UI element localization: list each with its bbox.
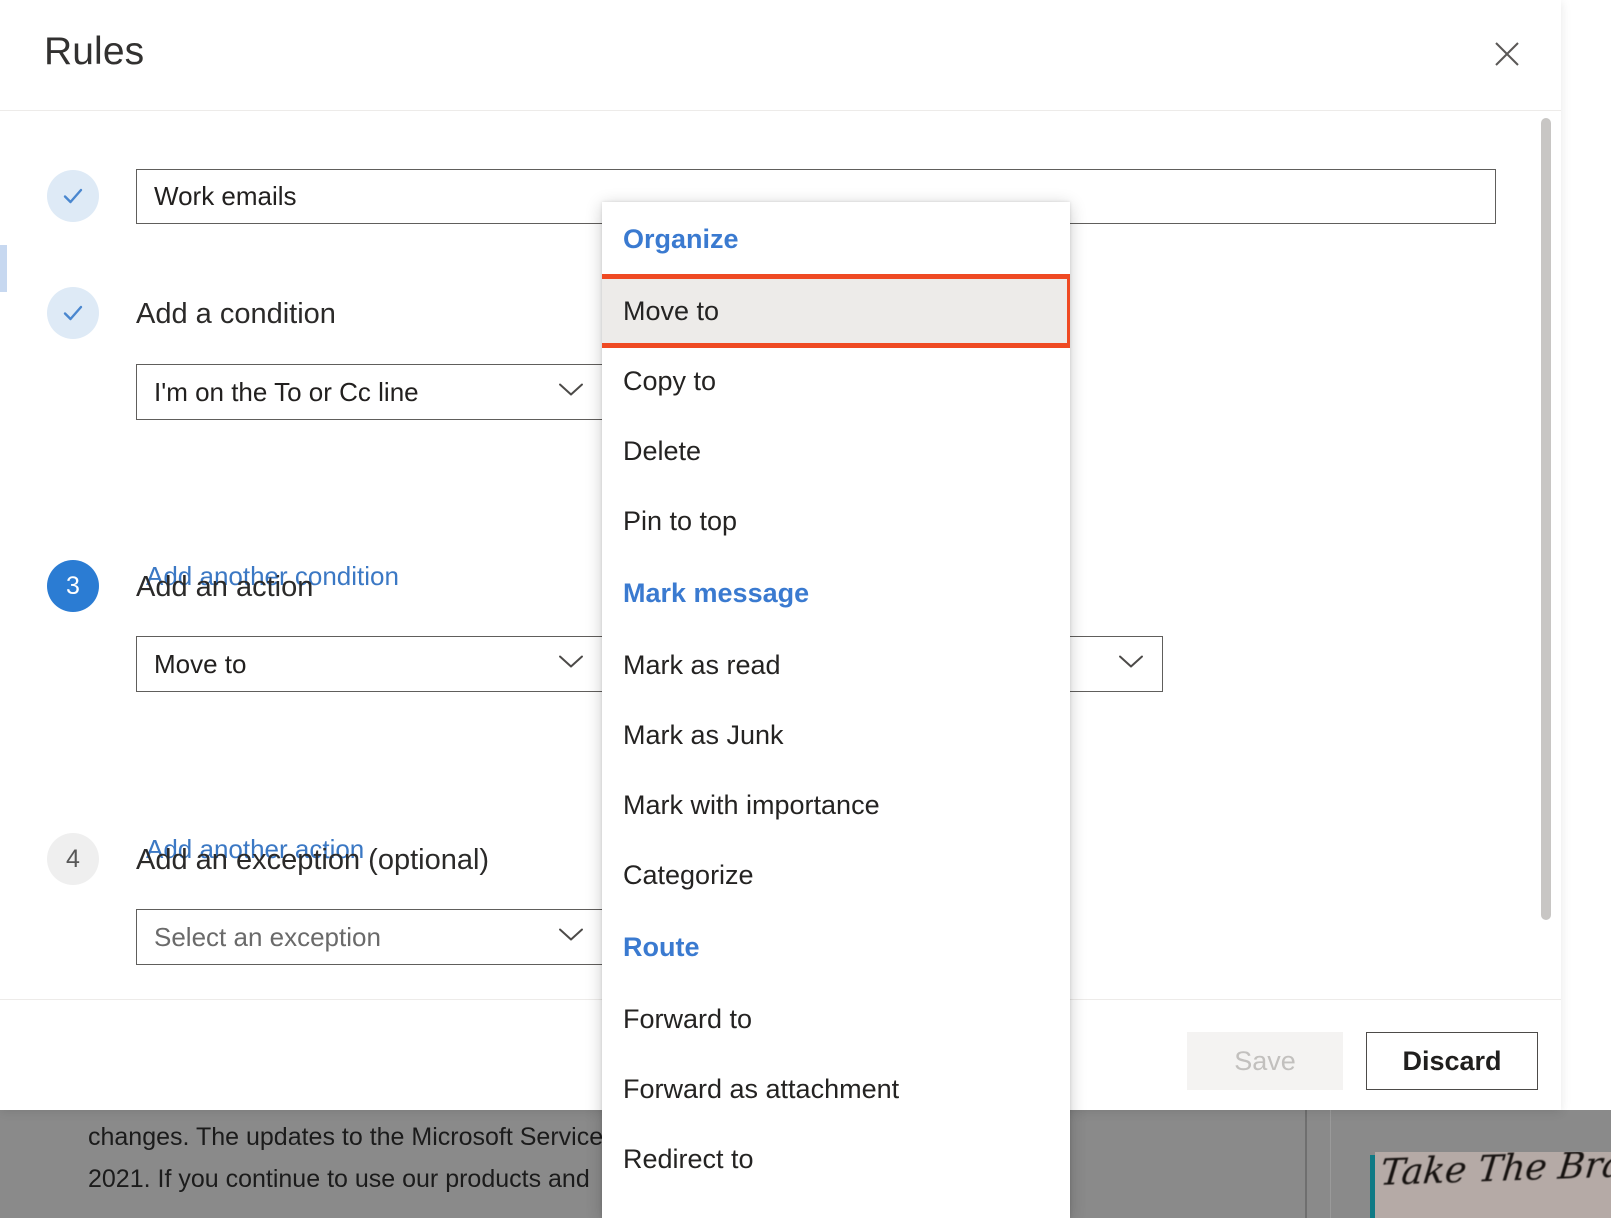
background-divider (1305, 1110, 1307, 1218)
chevron-down-icon (1118, 654, 1144, 675)
step-badge-1 (47, 170, 99, 222)
menu-item-copy-to[interactable]: Copy to (602, 346, 1070, 416)
step-label-condition: Add a condition (136, 298, 336, 331)
step-label-action: Add an action (136, 571, 313, 604)
action-dropdown-menu: OrganizeMove toCopy toDeletePin to topMa… (602, 202, 1070, 1218)
condition-dropdown[interactable]: I'm on the To or Cc line (136, 364, 603, 420)
chevron-down-icon (558, 927, 584, 948)
discard-button[interactable]: Discard (1366, 1032, 1538, 1090)
step-label-exception: Add an exception (optional) (136, 844, 489, 877)
step-badge-4: 4 (47, 833, 99, 885)
focus-accent-strip (0, 245, 7, 292)
condition-dropdown-value: I'm on the To or Cc line (137, 377, 419, 408)
rule-name-value: Work emails (137, 181, 297, 212)
check-icon (60, 300, 86, 326)
menu-group-header-route: Route (602, 910, 1070, 984)
menu-item-redirect-to[interactable]: Redirect to (602, 1124, 1070, 1194)
action-dropdown[interactable]: Move to (136, 636, 603, 692)
menu-item-mark-as-read[interactable]: Mark as read (602, 630, 1070, 700)
close-icon[interactable] (1483, 30, 1531, 78)
background-brand-script: Take The Brand (1378, 1152, 1611, 1194)
menu-item-pin-to-top[interactable]: Pin to top (602, 486, 1070, 556)
background-brand-card: Take The Brand (1375, 1152, 1611, 1218)
menu-item-move-to[interactable]: Move to (602, 276, 1070, 346)
exception-dropdown-placeholder: Select an exception (137, 922, 381, 953)
action-dropdown-value: Move to (137, 649, 247, 680)
menu-item-forward-as-attachment[interactable]: Forward as attachment (602, 1054, 1070, 1124)
menu-item-mark-as-junk[interactable]: Mark as Junk (602, 700, 1070, 770)
step-badge-2 (47, 287, 99, 339)
dialog-scrollbar[interactable] (1541, 118, 1551, 920)
check-icon (60, 183, 86, 209)
menu-group-header-organize: Organize (602, 202, 1070, 276)
menu-item-delete[interactable]: Delete (602, 416, 1070, 486)
exception-dropdown[interactable]: Select an exception (136, 909, 603, 965)
step-badge-3: 3 (47, 560, 99, 612)
menu-item-forward-to[interactable]: Forward to (602, 984, 1070, 1054)
save-button[interactable]: Save (1187, 1032, 1343, 1090)
chevron-down-icon (558, 654, 584, 675)
chevron-down-icon (558, 382, 584, 403)
page-title: Rules (44, 30, 144, 74)
menu-group-header-mark-message: Mark message (602, 556, 1070, 630)
menu-item-categorize[interactable]: Categorize (602, 840, 1070, 910)
background-divider-secondary (1330, 1110, 1331, 1218)
dialog-header: Rules (0, 0, 1561, 111)
menu-item-mark-with-importance[interactable]: Mark with importance (602, 770, 1070, 840)
